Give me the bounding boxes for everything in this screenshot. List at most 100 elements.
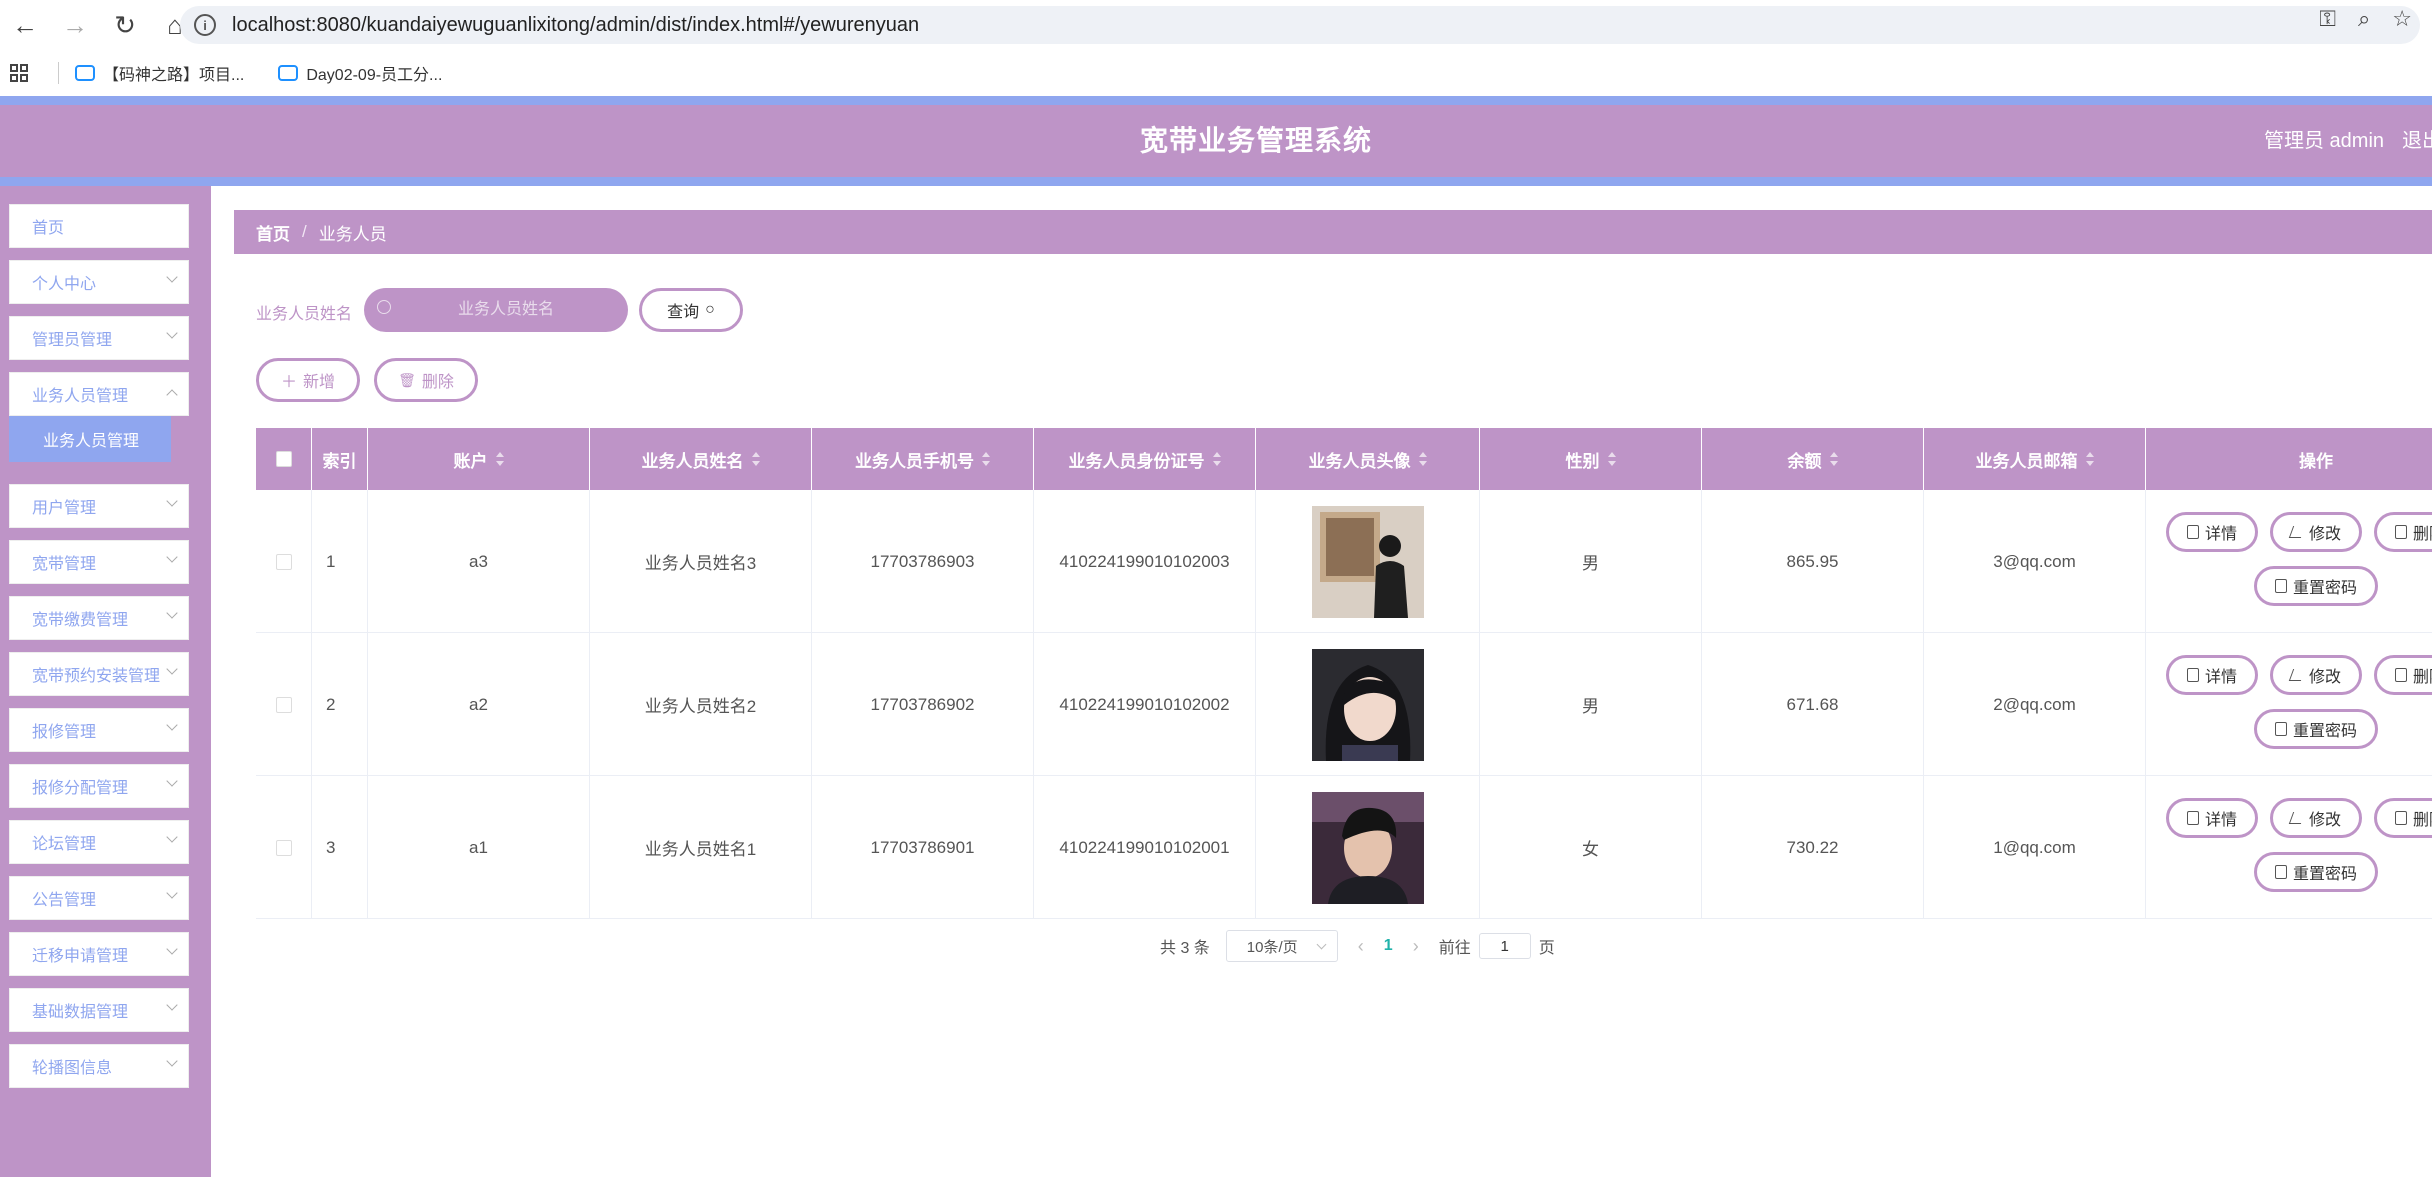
column-header-gender[interactable]: 性别 [1480, 428, 1702, 490]
forward-icon[interactable]: → [50, 0, 100, 50]
column-header-balance[interactable]: 余额 [1702, 428, 1924, 490]
back-icon[interactable]: ← [0, 0, 50, 50]
delete-button[interactable]: 删除 [2374, 512, 2432, 552]
goto-prefix: 前往 [1438, 940, 1471, 957]
sidebar-item-repair-assign[interactable]: 报修分配管理 [9, 764, 189, 808]
column-header-phone[interactable]: 业务人员手机号 [812, 428, 1034, 490]
cell-balance: 730.22 [1702, 776, 1924, 919]
sidebar-item-broadband[interactable]: 宽带管理 [9, 540, 189, 584]
zoom-icon[interactable]: ⌕ [2358, 6, 2370, 32]
sidebar-subitem-staff-management[interactable]: 业务人员管理 [9, 416, 171, 462]
page-size-select[interactable]: 10条/页 [1225, 930, 1338, 962]
delete-button[interactable]: 删除 [2374, 655, 2432, 695]
avatar-image[interactable] [1311, 648, 1424, 761]
row-checkbox[interactable] [275, 696, 292, 713]
cell-email: 3@qq.com [1924, 490, 2146, 633]
sidebar-item-profile[interactable]: 个人中心 [9, 260, 189, 304]
key-icon[interactable]: ⚿ [2319, 6, 2336, 32]
breadcrumb-current: 业务人员 [318, 224, 387, 244]
sidebar-item-install[interactable]: 宽带预约安装管理 [9, 652, 189, 696]
cell-index: 3 [312, 776, 368, 919]
row-checkbox[interactable] [275, 553, 292, 570]
column-header-avatar[interactable]: 业务人员头像 [1256, 428, 1480, 490]
sidebar-item-label: 个人中心 [32, 276, 97, 293]
detail-button[interactable]: 详情 [2166, 655, 2258, 695]
detail-button[interactable]: 详情 [2166, 512, 2258, 552]
column-header-id-card[interactable]: 业务人员身份证号 [1034, 428, 1256, 490]
sort-icon[interactable] [751, 452, 760, 466]
sidebar-item-migration[interactable]: 迁移申请管理 [9, 932, 189, 976]
sidebar-item-label: 管理员管理 [32, 332, 113, 349]
plus-icon: ＋ [280, 374, 297, 391]
sidebar-item-forum[interactable]: 论坛管理 [9, 820, 189, 864]
header-top-strip [0, 96, 2432, 105]
reset-password-button[interactable]: 重置密码 [2254, 709, 2378, 749]
sort-icon[interactable] [1829, 452, 1838, 466]
bilibili-icon [278, 65, 299, 81]
address-bar[interactable]: i localhost:8080/kuandaiyewuguanlixitong… [180, 6, 2420, 44]
sidebar-item-label: 基础数据管理 [32, 1004, 129, 1021]
bookmark-item[interactable]: 【码神之路】项目... [75, 61, 244, 85]
add-button[interactable]: ＋ 新增 [256, 358, 360, 402]
delete-button[interactable]: 删除 [2374, 798, 2432, 838]
search-input[interactable] [364, 288, 628, 332]
next-page-icon[interactable]: › [1413, 936, 1419, 957]
chevron-down-icon [166, 719, 178, 731]
prev-page-icon[interactable]: ‹ [1358, 936, 1364, 957]
sidebar-item-staff[interactable]: 业务人员管理 [9, 372, 189, 416]
column-header-email[interactable]: 业务人员邮箱 [1924, 428, 2146, 490]
sidebar-item-label: 用户管理 [32, 500, 97, 517]
sidebar-item-base-data[interactable]: 基础数据管理 [9, 988, 189, 1032]
sort-icon[interactable] [1607, 452, 1616, 466]
sidebar-item-notices[interactable]: 公告管理 [9, 876, 189, 920]
goto-page-input[interactable] [1478, 933, 1531, 959]
edit-button[interactable]: 修改 [2270, 798, 2362, 838]
breadcrumb-home[interactable]: 首页 [256, 220, 290, 245]
sidebar-item-carousel[interactable]: 轮播图信息 [9, 1044, 189, 1088]
reload-icon[interactable]: ↻ [100, 0, 150, 50]
column-header-name[interactable]: 业务人员姓名 [590, 428, 812, 490]
cell-avatar [1256, 776, 1480, 919]
delete-button-label: 删除 [421, 374, 454, 391]
avatar-image[interactable] [1311, 791, 1424, 904]
sort-icon[interactable] [495, 452, 504, 466]
cell-account: a3 [368, 490, 590, 633]
sidebar-item-repairs[interactable]: 报修管理 [9, 708, 189, 752]
add-button-label: 新增 [303, 374, 336, 391]
delete-selected-button[interactable]: 🗑 删除 [374, 358, 478, 402]
reset-password-button[interactable]: 重置密码 [2254, 566, 2378, 606]
cell-avatar [1256, 633, 1480, 776]
column-header-account[interactable]: 账户 [368, 428, 590, 490]
sort-icon[interactable] [2085, 452, 2094, 466]
sort-icon[interactable] [982, 452, 990, 466]
header-bottom-strip [0, 177, 2432, 186]
sidebar-item-payments[interactable]: 宽带缴费管理 [9, 596, 189, 640]
sort-icon[interactable] [1418, 452, 1427, 466]
logout-button[interactable]: 退出登录 [2402, 105, 2432, 177]
avatar-image[interactable] [1311, 505, 1424, 618]
bookmark-divider [58, 62, 59, 84]
detail-button[interactable]: 详情 [2166, 798, 2258, 838]
sidebar-item-home[interactable]: 首页 [9, 204, 189, 248]
bookmark-item[interactable]: Day02-09-员工分... [278, 61, 442, 85]
sort-icon[interactable] [1212, 452, 1221, 466]
sidebar-item-admins[interactable]: 管理员管理 [9, 316, 189, 360]
cell-balance: 865.95 [1702, 490, 1924, 633]
document-icon [2274, 865, 2287, 879]
reset-password-button[interactable]: 重置密码 [2254, 852, 2378, 892]
star-icon[interactable]: ☆ [2392, 6, 2412, 32]
select-all-checkbox[interactable] [275, 451, 292, 467]
edit-button[interactable]: 修改 [2270, 512, 2362, 552]
cell-gender: 男 [1480, 490, 1702, 633]
table-row: 1 a3 业务人员姓名3 17703786903 410224199010102… [256, 490, 2432, 633]
apps-icon[interactable] [10, 64, 28, 82]
sidebar-item-label: 迁移申请管理 [32, 948, 129, 965]
trash-icon: 🗑 [398, 371, 416, 388]
site-info-icon[interactable]: i [194, 14, 216, 36]
row-checkbox[interactable] [275, 839, 292, 856]
edit-button[interactable]: 修改 [2270, 655, 2362, 695]
row-select-cell [256, 490, 312, 633]
query-button[interactable]: 查询 ○ [639, 288, 743, 332]
page-number-current[interactable]: 1 [1384, 937, 1393, 955]
sidebar-item-users[interactable]: 用户管理 [9, 484, 189, 528]
